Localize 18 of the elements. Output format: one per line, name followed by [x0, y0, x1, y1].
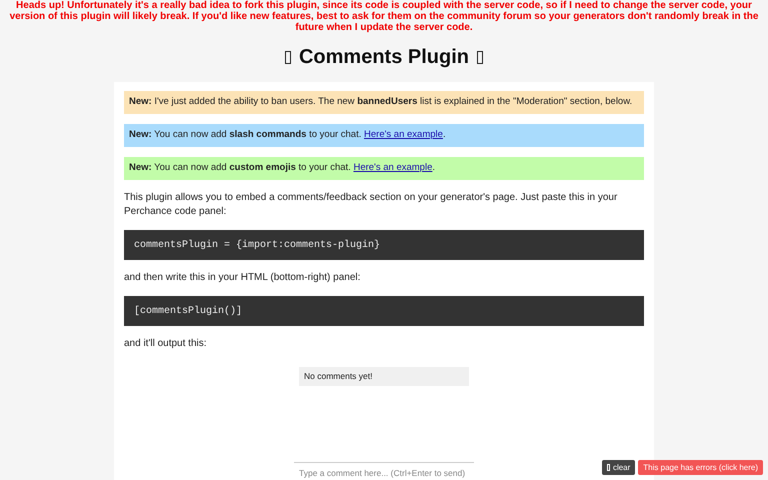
page-title: Comments Plugin — [298, 45, 469, 70]
example-link[interactable]: Here's an example — [353, 162, 432, 174]
missing-glyph-icon — [284, 50, 291, 64]
body-text: This plugin allows you to embed a comments/feedback section on your generator's page. Just paste this in your Perchance code panel: — [124, 191, 618, 219]
body-text: and it'll output this: — [124, 337, 208, 351]
notice-text: New: You can now add slash commands to your chat. Here's an example. — [129, 128, 446, 142]
missing-glyph-icon — [606, 464, 610, 471]
empty-message: No comments yet! — [304, 370, 372, 383]
code-block: [commentsPlugin()] — [124, 296, 644, 326]
example-link[interactable]: Here's an example — [364, 129, 443, 140]
code-block: commentsPlugin = {import:comments-plugin} — [124, 230, 644, 260]
missing-glyph-icon — [477, 50, 483, 64]
body-text: and then write this in your HTML (bottom-right) panel: — [124, 271, 362, 285]
comment-input[interactable]: Type a comment here... (Ctrl+Enter to send) — [294, 462, 474, 480]
warning-text: Heads up! Unfortunately it's a really bad idea to fork this plugin, since its code is coupled with the server code, so if I need to change the server code, your version of this plugin will likely break. If you'd like new features, best to ask for them on the community forum so your generators don't randomly break in the future when I update the server code. — [8, 0, 760, 33]
clear-button[interactable]: clear — [602, 460, 636, 475]
notice-text: New: You can now add custom emojis to your chat. Here's an example. — [129, 161, 436, 176]
notice-text: New: I've just added the ability to ban users. The new bannedUsers list is explained in the "Moderation" section, below. — [129, 95, 632, 110]
